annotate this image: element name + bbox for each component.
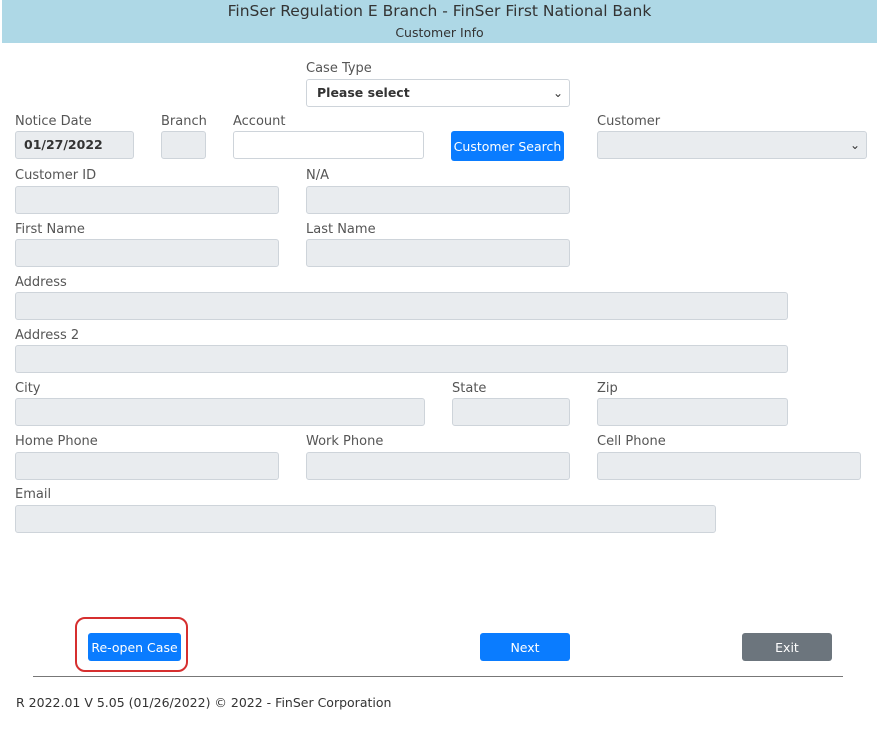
customer-label: Customer (597, 114, 661, 129)
customer-id-field[interactable] (15, 186, 279, 214)
notice-date-field[interactable]: 01/27/2022 (15, 131, 134, 159)
app-header: FinSer Regulation E Branch - FinSer Firs… (2, 0, 877, 43)
chevron-down-icon: ⌄ (849, 138, 860, 152)
last-name-field[interactable] (306, 239, 570, 267)
case-type-select[interactable]: Please select ⌄ (306, 79, 570, 107)
app-title: FinSer Regulation E Branch - FinSer Firs… (227, 2, 652, 20)
next-button[interactable]: Next (480, 633, 570, 661)
exit-button[interactable]: Exit (742, 633, 832, 661)
case-type-value: Please select (317, 85, 410, 100)
customer-select[interactable]: ⌄ (597, 131, 867, 159)
customer-search-button[interactable]: Customer Search (451, 131, 564, 161)
customer-id-label: Customer ID (15, 168, 97, 183)
city-label: City (15, 381, 41, 396)
account-input[interactable] (233, 131, 424, 159)
state-field[interactable] (452, 398, 570, 426)
address-label: Address (15, 275, 67, 290)
first-name-label: First Name (15, 222, 85, 237)
case-type-label: Case Type (306, 61, 372, 76)
home-phone-field[interactable] (15, 452, 279, 480)
last-name-label: Last Name (306, 222, 376, 237)
chevron-down-icon: ⌄ (552, 86, 563, 100)
city-field[interactable] (15, 398, 425, 426)
notice-date-label: Notice Date (15, 114, 92, 129)
work-phone-field[interactable] (306, 452, 570, 480)
home-phone-label: Home Phone (15, 434, 98, 449)
na-field[interactable] (306, 186, 570, 214)
zip-field[interactable] (597, 398, 788, 426)
page-subtitle: Customer Info (395, 25, 484, 40)
footer-divider (33, 676, 843, 677)
cell-phone-label: Cell Phone (597, 434, 666, 449)
email-field[interactable] (15, 505, 716, 533)
reopen-case-button[interactable]: Re-open Case (88, 633, 181, 661)
branch-label: Branch (161, 114, 207, 129)
address-field[interactable] (15, 292, 788, 320)
branch-field[interactable] (161, 131, 206, 159)
address2-field[interactable] (15, 345, 788, 373)
zip-label: Zip (597, 381, 618, 396)
state-label: State (452, 381, 487, 396)
cell-phone-field[interactable] (597, 452, 861, 480)
first-name-field[interactable] (15, 239, 279, 267)
work-phone-label: Work Phone (306, 434, 384, 449)
email-label: Email (15, 487, 52, 502)
footer-version-text: R 2022.01 V 5.05 (01/26/2022) © 2022 - F… (16, 695, 392, 710)
na-label: N/A (306, 168, 329, 183)
address2-label: Address 2 (15, 328, 80, 343)
account-label: Account (233, 114, 286, 129)
